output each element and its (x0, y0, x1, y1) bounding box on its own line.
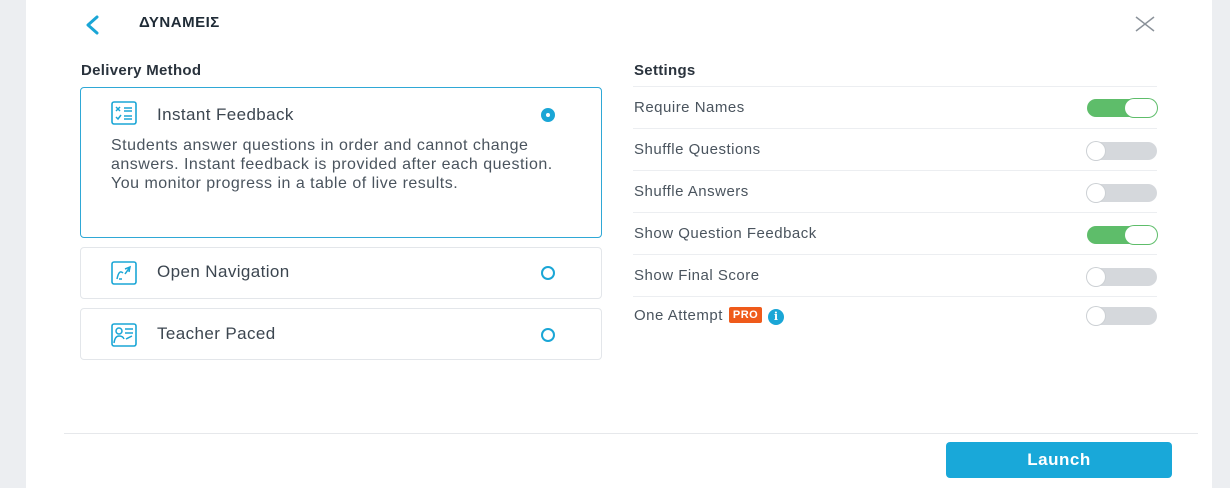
instant-feedback-icon (111, 101, 137, 125)
back-arrow-icon[interactable] (82, 14, 104, 36)
delivery-option-label: Instant Feedback (157, 105, 294, 124)
delivery-option-teacher-paced[interactable]: Teacher Paced (80, 308, 602, 360)
shuffle-answers-toggle[interactable] (1087, 184, 1157, 202)
settings-title: Settings (634, 62, 696, 79)
settings-list: Require Names Shuffle Questions Shuffle … (633, 86, 1157, 338)
radio-button[interactable] (541, 328, 555, 342)
delivery-option-open-navigation[interactable]: Open Navigation (80, 247, 602, 299)
info-icon[interactable]: i (768, 309, 785, 325)
show-question-feedback-toggle[interactable] (1087, 226, 1157, 244)
page-title: ΔΥΝΑΜΕΙΣ (139, 14, 220, 31)
open-navigation-icon (111, 261, 137, 285)
launch-settings-panel: ΔΥΝΑΜΕΙΣ Delivery Method Instant Feedbac… (26, 0, 1212, 488)
setting-row-show-question-feedback: Show Question Feedback (633, 212, 1157, 254)
delivery-option-description: Students answer questions in order and c… (111, 137, 553, 192)
radio-button-selected[interactable] (541, 108, 555, 122)
show-final-score-toggle[interactable] (1087, 268, 1157, 286)
header: ΔΥΝΑΜΕΙΣ (26, 0, 1212, 48)
setting-row-require-names: Require Names (633, 86, 1157, 128)
setting-row-show-final-score: Show Final Score (633, 254, 1157, 296)
delivery-option-instant-feedback[interactable]: Instant Feedback Students answer questio… (80, 87, 602, 238)
delivery-option-label: Open Navigation (157, 262, 290, 281)
setting-label: Show Question Feedback (634, 225, 817, 242)
delivery-option-label: Teacher Paced (157, 324, 276, 343)
require-names-toggle[interactable] (1087, 99, 1157, 117)
teacher-paced-icon (111, 323, 137, 347)
setting-row-one-attempt: One Attempt PRO i (633, 296, 1157, 338)
setting-label: One Attempt (634, 307, 723, 324)
shuffle-questions-toggle[interactable] (1087, 142, 1157, 160)
one-attempt-toggle[interactable] (1087, 307, 1157, 325)
launch-button[interactable]: Launch (946, 442, 1172, 478)
setting-row-shuffle-answers: Shuffle Answers (633, 170, 1157, 212)
setting-label: Require Names (634, 99, 745, 116)
delivery-method-title: Delivery Method (81, 62, 202, 79)
close-icon[interactable] (1133, 12, 1157, 36)
pro-badge: PRO (728, 307, 763, 323)
setting-label: Shuffle Answers (634, 183, 749, 200)
footer-divider (64, 433, 1198, 434)
setting-label: Shuffle Questions (634, 141, 761, 158)
radio-button[interactable] (541, 266, 555, 280)
setting-row-shuffle-questions: Shuffle Questions (633, 128, 1157, 170)
setting-label-one-attempt: One Attempt PRO i (634, 307, 785, 325)
setting-label: Show Final Score (634, 267, 760, 284)
